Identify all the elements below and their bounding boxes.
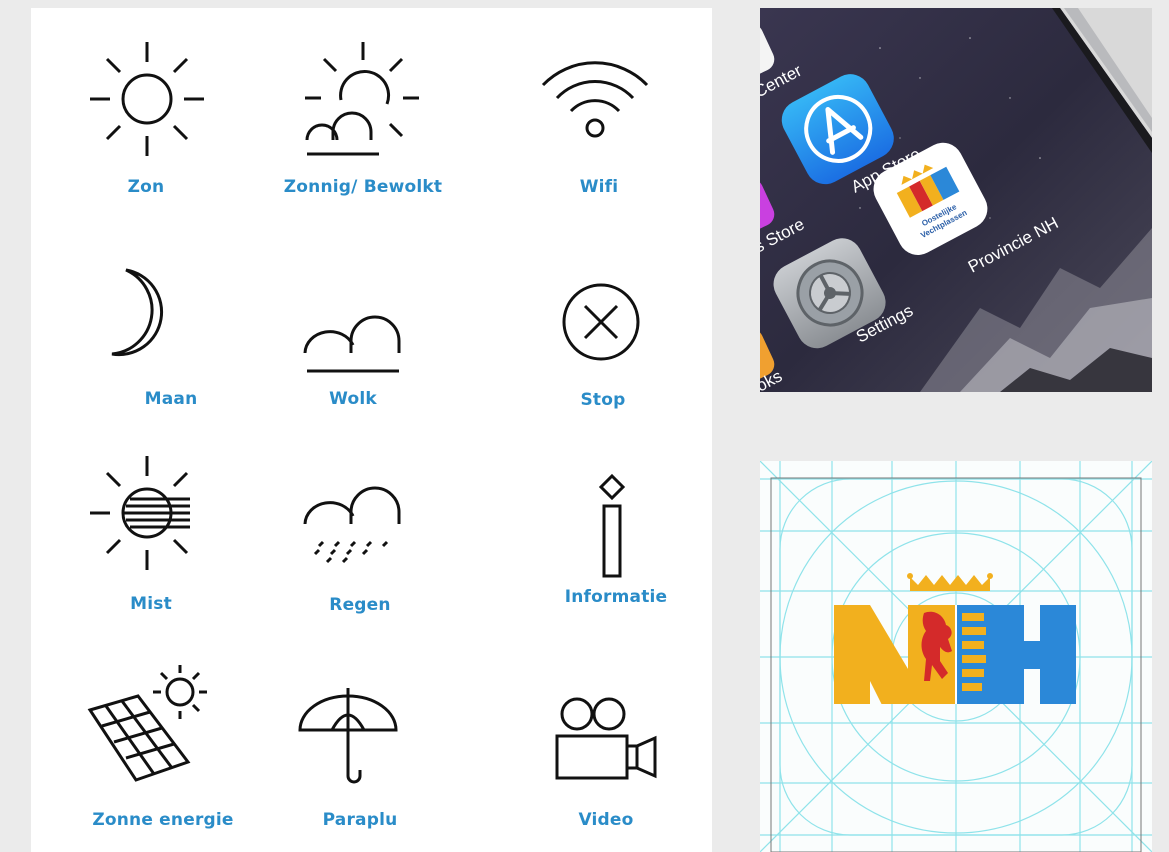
solar-panel-icon [87, 662, 212, 786]
icon-label: Zon [127, 177, 165, 197]
rain-icon [303, 484, 403, 576]
phone-home-screen-photo: Oostelijke Vechtplassen Center App Store… [760, 8, 1152, 392]
umbrella-icon [298, 686, 402, 786]
icon-label: Mist [130, 594, 172, 614]
fog-icon [90, 456, 204, 570]
partly-cloudy-icon [303, 42, 419, 158]
icon-label: Video [578, 810, 634, 830]
info-icon [597, 473, 627, 578]
cloud-icon [303, 313, 403, 375]
icon-label: Stop [580, 390, 626, 410]
icon-label: Maan [144, 389, 198, 409]
nh-logo [834, 569, 1076, 705]
icon-label: Zonne energie [92, 810, 234, 830]
video-camera-icon [555, 696, 659, 782]
wifi-icon [541, 55, 649, 139]
icon-label: Wolk [329, 389, 377, 409]
icon-label: Regen [329, 595, 391, 615]
icon-label: Zonnig/ Bewolkt [283, 177, 443, 197]
icon-label: Informatie [564, 587, 668, 607]
app-icon-grid [760, 461, 1152, 852]
moon-icon [108, 268, 178, 358]
sun-icon [90, 42, 204, 156]
icon-label: Paraplu [322, 810, 398, 830]
stop-icon [561, 282, 641, 362]
icon-label: Wifi [579, 177, 619, 197]
